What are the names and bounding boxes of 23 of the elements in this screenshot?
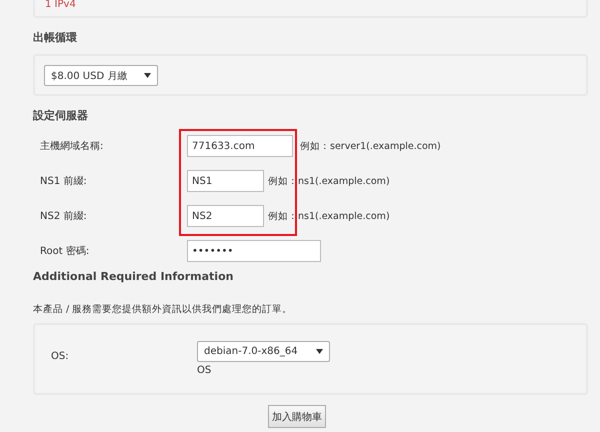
section-heading: 設定伺服器	[33, 108, 89, 123]
dropdown[interactable]: debian-7.0-x86_64	[197, 341, 330, 362]
field-hint: 例如：ns1(.example.com)	[268, 210, 390, 222]
field-hint: 例如：server1(.example.com)	[300, 140, 441, 152]
field-label: OS:	[51, 351, 70, 364]
section-heading: Additional Required Information	[33, 270, 234, 283]
caret-icon	[144, 73, 151, 78]
caret-icon	[316, 349, 323, 354]
dropdown[interactable]: $8.00 USD 月繳	[44, 65, 158, 86]
input-field[interactable]: NS2	[187, 205, 264, 227]
input-field[interactable]: 771633.com	[187, 135, 293, 157]
add-to-cart-button[interactable]: 加入購物車	[268, 405, 326, 428]
field-label: NS2 前綴:	[40, 210, 88, 223]
input-field[interactable]: •••••••	[187, 240, 321, 262]
field-label: NS1 前綴:	[40, 175, 88, 188]
field-description: OS	[197, 365, 212, 376]
field-label: 主機網域名稱:	[40, 140, 104, 153]
field-label: Root 密碼:	[40, 244, 90, 258]
ipv4-text: 1 IPv4	[45, 0, 76, 10]
section-heading: 出帳循環	[33, 30, 78, 45]
input-field[interactable]: NS1	[187, 170, 264, 192]
field-hint: 例如：ns1(.example.com)	[268, 174, 390, 188]
info-text: 本產品 / 服務需要您提供額外資訊以供我們處理您的訂單。	[33, 303, 294, 316]
